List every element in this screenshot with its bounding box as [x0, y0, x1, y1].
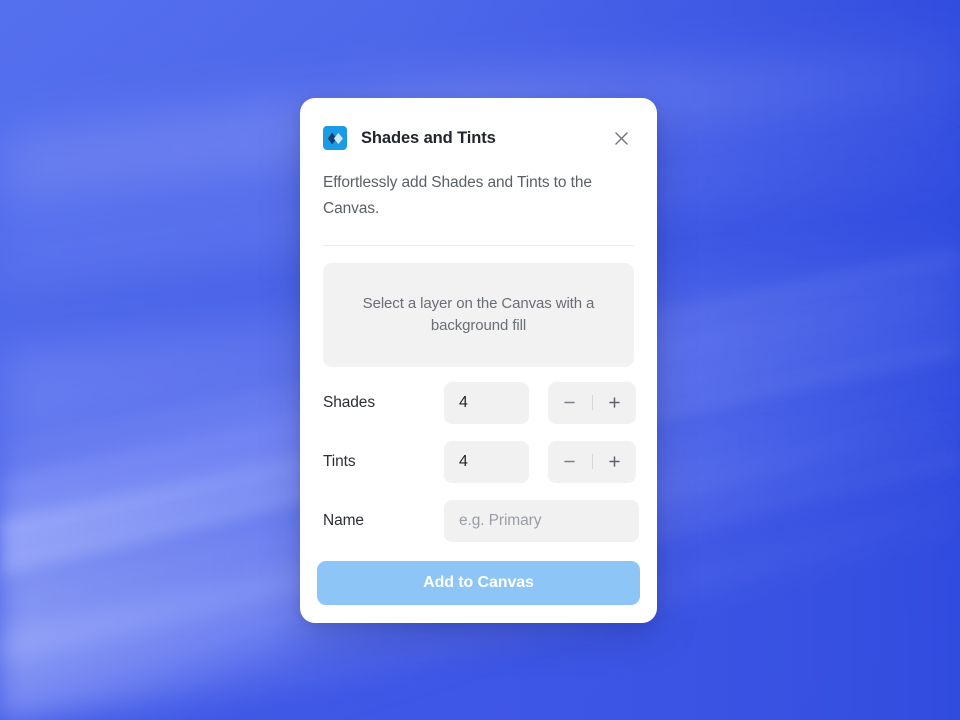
shades-label: Shades: [323, 393, 375, 411]
shades-increment-button[interactable]: [593, 382, 637, 424]
tints-stepper: [548, 440, 637, 483]
minus-icon: [564, 401, 575, 404]
tints-value-input[interactable]: 4: [444, 440, 529, 483]
tints-decrement-button[interactable]: [548, 441, 592, 483]
dialog-header: Shades and Tints: [300, 98, 657, 156]
add-to-canvas-button[interactable]: Add to Canvas: [317, 561, 640, 605]
shades-decrement-button[interactable]: [548, 382, 592, 424]
close-icon[interactable]: [610, 127, 632, 149]
shades-value: 4: [459, 393, 468, 411]
shades-and-tints-app-icon: [323, 126, 347, 150]
name-label: Name: [323, 511, 364, 529]
shades-and-tints-dialog: Shades and Tints Effortlessly add Shades…: [300, 98, 657, 623]
fields-section: Shades 4 Tints 4 Name e.g. Primary: [300, 373, 657, 550]
plus-icon: [609, 397, 620, 408]
minus-icon: [564, 460, 575, 463]
tints-value: 4: [459, 452, 468, 470]
dialog-description: Effortlessly add Shades and Tints to the…: [323, 174, 592, 217]
dialog-footer: Add to Canvas: [300, 550, 657, 605]
field-row-name: Name: [323, 491, 639, 550]
field-row-tints: Tints 4: [323, 432, 637, 491]
shades-value-input[interactable]: 4: [444, 381, 529, 424]
shades-stepper: [548, 381, 637, 424]
tints-label: Tints: [323, 452, 356, 470]
tints-increment-button[interactable]: [593, 441, 637, 483]
header-divider: [323, 245, 634, 246]
close-x-glyph: [614, 131, 628, 145]
overlapping-diamonds-glyph: [327, 132, 343, 144]
selection-hint-text: Select a layer on the Canvas with a back…: [362, 295, 595, 334]
selection-hint-panel: Select a layer on the Canvas with a back…: [323, 263, 634, 367]
plus-icon: [609, 456, 620, 467]
name-input[interactable]: [444, 499, 639, 542]
dialog-title: Shades and Tints: [361, 128, 496, 147]
field-row-shades: Shades 4: [323, 373, 637, 432]
